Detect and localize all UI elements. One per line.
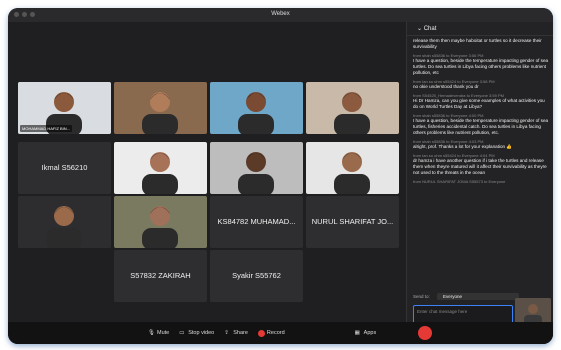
participant-tile[interactable] [210,82,303,134]
participant-tile[interactable] [114,196,207,248]
meeting-toolbar: 🎙 Mute ▭ Stop video ⇪ Share Record ▦ App… [8,322,553,344]
send-to-dropdown[interactable]: Everyone [437,293,520,300]
video-gallery: MOHAMMAD HAFIZ BIN... Ikmal S56210 KS84782… [8,22,406,322]
chat-message: from shah s55836 to Everyone 4:00 PM I ha… [413,113,549,136]
chat-message: from shah s55836 to Everyone 4:03 PM alri… [413,139,549,150]
participant-name-label: MOHAMMAD HAFIZ BIN... [20,125,72,132]
participant-video [306,142,399,194]
webex-window: Webex MOHAMMAD HAFIZ BIN... Ikmal S56210 K… [8,8,553,344]
participant-tile[interactable] [306,82,399,134]
chat-message-text: release them then maybe haboitat or turt… [413,38,542,49]
participant-tile[interactable]: Syakir S55762 [210,250,303,302]
chat-message-list[interactable]: release them then maybe haboitat or turt… [407,36,553,184]
participant-tile[interactable]: MOHAMMAD HAFIZ BIN... [18,82,111,134]
participant-video [210,82,303,134]
chat-panel: ⌄ Chat release them then maybe haboitat … [406,22,553,344]
participant-video [114,82,207,134]
mute-button[interactable]: 🎙 Mute [148,330,169,337]
microphone-icon: 🎙 [148,329,155,336]
stop-video-button[interactable]: ▭ Stop video [179,330,214,337]
chat-message: from Ian su uhm s55424 to Everyone 4:04 … [413,153,549,176]
apps-icon: ▦ [354,329,360,336]
chat-message: from S54525_Hemadevendra to Everyone 3:5… [413,93,549,110]
chat-header: ⌄ Chat [407,22,553,36]
record-button[interactable]: Record [257,329,285,337]
participant-tile[interactable] [114,82,207,134]
chat-message-text: I have a question, beside the temperatur… [413,118,549,135]
send-to-row: Send to: Everyone [413,293,520,300]
chat-message: release them then maybe haboitat or turt… [413,38,549,50]
participant-video [114,196,207,248]
chevron-down-icon[interactable]: ⌄ [417,26,424,32]
participant-video [18,196,111,248]
participant-tile[interactable] [306,142,399,194]
chat-message-text: dr hamza i have another question if i ta… [413,158,547,175]
apps-label: Apps [363,330,377,336]
window-title: Webex [271,11,290,17]
participant-tile[interactable]: KS84782 MUHAMAD... [210,196,303,248]
send-to-label: Send to: [413,294,430,299]
participant-video [210,142,303,194]
participant-video [114,142,207,194]
chat-message-text: Hi Dr Hamza, can you give some examples … [413,98,545,109]
participant-tile[interactable]: NURUL SHARIFAT JO... [306,196,399,248]
participant-name: S57832 ZAKIRAH [130,271,191,280]
participant-tile[interactable] [18,196,111,248]
participant-name: Syakir S55762 [232,271,281,280]
mute-label: Mute [157,330,170,336]
participant-video [306,82,399,134]
participant-tile[interactable] [210,142,303,194]
participant-tile[interactable]: S57832 ZAKIRAH [114,250,207,302]
chat-title: Chat [423,26,437,32]
record-label: Record [266,330,285,336]
participant-name: KS84782 MUHAMAD... [217,217,296,226]
chat-message: from shah s55836 to Everyone 3:56 PM I ha… [413,53,549,76]
end-meeting-button[interactable] [418,326,432,340]
share-label: Share [233,330,248,336]
chat-message-text: I have a question, beside the temperatur… [413,58,549,75]
camera-icon: ▭ [179,329,185,336]
record-icon [257,329,265,337]
chat-message: from NURUL SHARIFAT JOMA S55573 to Every… [413,179,549,184]
participant-tile[interactable]: Ikmal S56210 [18,142,111,194]
title-bar: Webex [8,8,553,22]
chat-message: from Ian su uhm s55424 to Everyone 3:58 … [413,79,549,90]
stop-video-label: Stop video [188,330,215,336]
participant-name: Ikmal S56210 [41,163,88,172]
share-button[interactable]: ⇪ Share [224,330,248,337]
apps-button[interactable]: ▦ Apps [355,330,377,337]
chat-message-text: alright, prof. Thanks a lot for your exp… [413,144,513,149]
share-icon: ⇪ [224,329,229,336]
participant-name: NURUL SHARIFAT JO... [311,217,394,226]
chat-message-text: no okie understood thank you dr [413,84,479,89]
chat-message-sender: from NURUL SHARIFAT JOMA S55573 to Every… [413,179,506,184]
participant-tile[interactable] [114,142,207,194]
